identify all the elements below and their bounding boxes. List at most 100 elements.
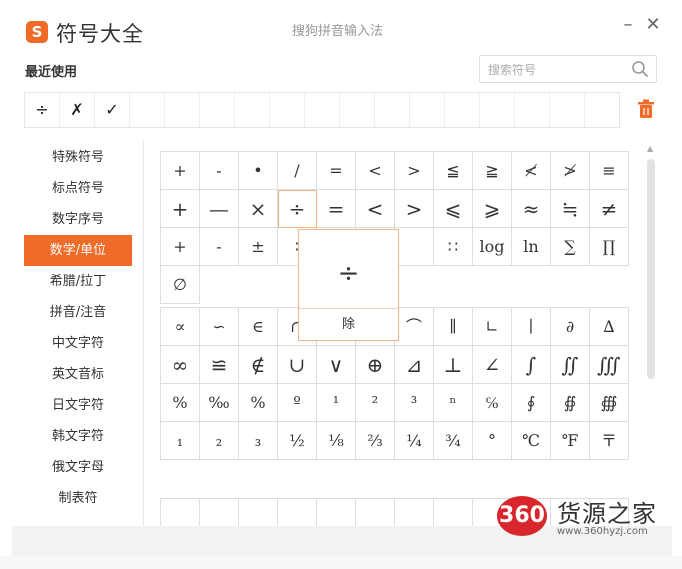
symbol-cell[interactable]: [239, 499, 278, 529]
symbol-cell[interactable]: ℅: [473, 384, 512, 422]
close-button[interactable]: ✕: [643, 14, 663, 36]
symbol-cell[interactable]: ∽: [200, 308, 239, 346]
symbol-cell[interactable]: <: [356, 190, 395, 228]
symbol-cell[interactable]: ∠: [473, 346, 512, 384]
symbol-cell[interactable]: °: [473, 422, 512, 460]
sidebar-item[interactable]: 希腊/拉丁: [24, 266, 132, 297]
symbol-cell[interactable]: ¹: [317, 384, 356, 422]
symbol-cell[interactable]: [395, 499, 434, 529]
symbol-cell[interactable]: [434, 499, 473, 529]
symbol-cell[interactable]: ∑: [551, 228, 590, 266]
symbol-cell[interactable]: %: [161, 384, 200, 422]
symbol-cell[interactable]: <: [356, 152, 395, 190]
symbol-cell[interactable]: ²: [356, 384, 395, 422]
scroll-thumb[interactable]: [647, 159, 655, 379]
symbol-cell[interactable]: ∈: [239, 308, 278, 346]
title-bar[interactable]: S 符号大全 搜狗拼音输入法 – ✕: [0, 0, 682, 54]
symbol-cell[interactable]: ≒: [551, 190, 590, 228]
symbol-cell[interactable]: ∂: [551, 308, 590, 346]
symbol-cell[interactable]: ∥: [434, 308, 473, 346]
symbol-cell[interactable]: =: [317, 190, 356, 228]
recent-symbol-cell[interactable]: [200, 93, 235, 127]
recent-symbol-cell[interactable]: [235, 93, 270, 127]
symbol-cell[interactable]: [395, 228, 434, 266]
recent-symbol-cell[interactable]: [515, 93, 550, 127]
symbol-cell[interactable]: ¼: [395, 422, 434, 460]
symbol-cell[interactable]: ½: [278, 422, 317, 460]
recent-symbol-cell[interactable]: [165, 93, 200, 127]
symbol-cell[interactable]: ≯: [551, 152, 590, 190]
recent-symbol-cell[interactable]: [130, 93, 165, 127]
recent-symbol-cell[interactable]: [585, 93, 619, 127]
symbol-cell[interactable]: —: [200, 190, 239, 228]
symbol-cell[interactable]: ⁿ: [434, 384, 473, 422]
symbol-cell[interactable]: log: [473, 228, 512, 266]
symbol-cell[interactable]: ∯: [551, 384, 590, 422]
symbol-cell[interactable]: ±: [239, 228, 278, 266]
symbol-cell[interactable]: ₂: [200, 422, 239, 460]
symbol-cell[interactable]: ≌: [200, 346, 239, 384]
symbol-cell[interactable]: ∮: [512, 384, 551, 422]
sidebar-item[interactable]: 中文字符: [24, 328, 132, 359]
scrollbar[interactable]: ▲: [645, 145, 657, 525]
symbol-cell[interactable]: ∷: [434, 228, 473, 266]
symbol-cell[interactable]: >: [395, 152, 434, 190]
recent-symbol-cell[interactable]: ÷: [25, 93, 60, 127]
symbol-cell[interactable]: ⌒: [395, 308, 434, 346]
symbol-cell[interactable]: [200, 499, 239, 529]
symbol-cell[interactable]: ∰: [590, 384, 629, 422]
symbol-cell[interactable]: ≧: [473, 152, 512, 190]
minimize-button[interactable]: –: [618, 14, 638, 36]
symbol-cell[interactable]: ³: [395, 384, 434, 422]
symbol-cell[interactable]: ‰: [200, 384, 239, 422]
symbol-cell[interactable]: +: [161, 190, 200, 228]
sidebar-item[interactable]: 韩文字符: [24, 421, 132, 452]
symbol-cell[interactable]: ₁: [161, 422, 200, 460]
symbol-cell[interactable]: ⩽: [434, 190, 473, 228]
recent-symbol-cell[interactable]: [550, 93, 585, 127]
symbol-cell[interactable]: %: [239, 384, 278, 422]
recent-symbol-cell[interactable]: [410, 93, 445, 127]
symbol-cell[interactable]: ≠: [590, 190, 629, 228]
search-box[interactable]: [479, 55, 657, 83]
symbol-cell[interactable]: ∉: [239, 346, 278, 384]
recent-symbol-cell[interactable]: [270, 93, 305, 127]
symbol-cell[interactable]: ₃: [239, 422, 278, 460]
symbol-cell[interactable]: ⊕: [356, 346, 395, 384]
symbol-cell[interactable]: >: [395, 190, 434, 228]
search-icon[interactable]: [630, 59, 650, 79]
symbol-cell[interactable]: [317, 499, 356, 529]
symbol-cell[interactable]: ∞: [161, 346, 200, 384]
scroll-up-arrow-icon[interactable]: ▲: [647, 145, 655, 153]
symbol-cell[interactable]: ∪: [278, 346, 317, 384]
sidebar-item[interactable]: 数字序号: [24, 204, 132, 235]
recent-symbol-cell[interactable]: [305, 93, 340, 127]
symbol-cell[interactable]: ≮: [512, 152, 551, 190]
symbol-cell[interactable]: ∬: [551, 346, 590, 384]
recent-symbol-cell[interactable]: [375, 93, 410, 127]
symbol-cell[interactable]: ∣: [512, 308, 551, 346]
symbol-cell[interactable]: ÷: [278, 190, 317, 228]
symbol-cell[interactable]: ∆: [590, 308, 629, 346]
symbol-cell[interactable]: ⅔: [356, 422, 395, 460]
symbol-cell[interactable]: ℉: [551, 422, 590, 460]
sidebar-item[interactable]: 英文音标: [24, 359, 132, 390]
recent-symbol-cell[interactable]: [480, 93, 515, 127]
symbol-cell[interactable]: +: [161, 228, 200, 266]
sidebar-item[interactable]: 俄文字母: [24, 452, 132, 483]
symbol-cell[interactable]: º: [278, 384, 317, 422]
symbol-cell[interactable]: ¾: [434, 422, 473, 460]
symbol-cell[interactable]: [278, 499, 317, 529]
sidebar-item[interactable]: 标点符号: [24, 173, 132, 204]
symbol-cell[interactable]: ≡: [590, 152, 629, 190]
symbol-cell[interactable]: ∝: [161, 308, 200, 346]
symbol-cell[interactable]: ln: [512, 228, 551, 266]
symbol-cell[interactable]: ⊥: [434, 346, 473, 384]
symbol-cell[interactable]: [161, 499, 200, 529]
recent-symbol-cell[interactable]: [445, 93, 480, 127]
recent-symbol-cell[interactable]: ✗: [60, 93, 95, 127]
symbol-cell[interactable]: ≈: [512, 190, 551, 228]
symbol-cell[interactable]: ∏: [590, 228, 629, 266]
symbol-cell[interactable]: ∫: [512, 346, 551, 384]
symbol-cell[interactable]: [356, 499, 395, 529]
